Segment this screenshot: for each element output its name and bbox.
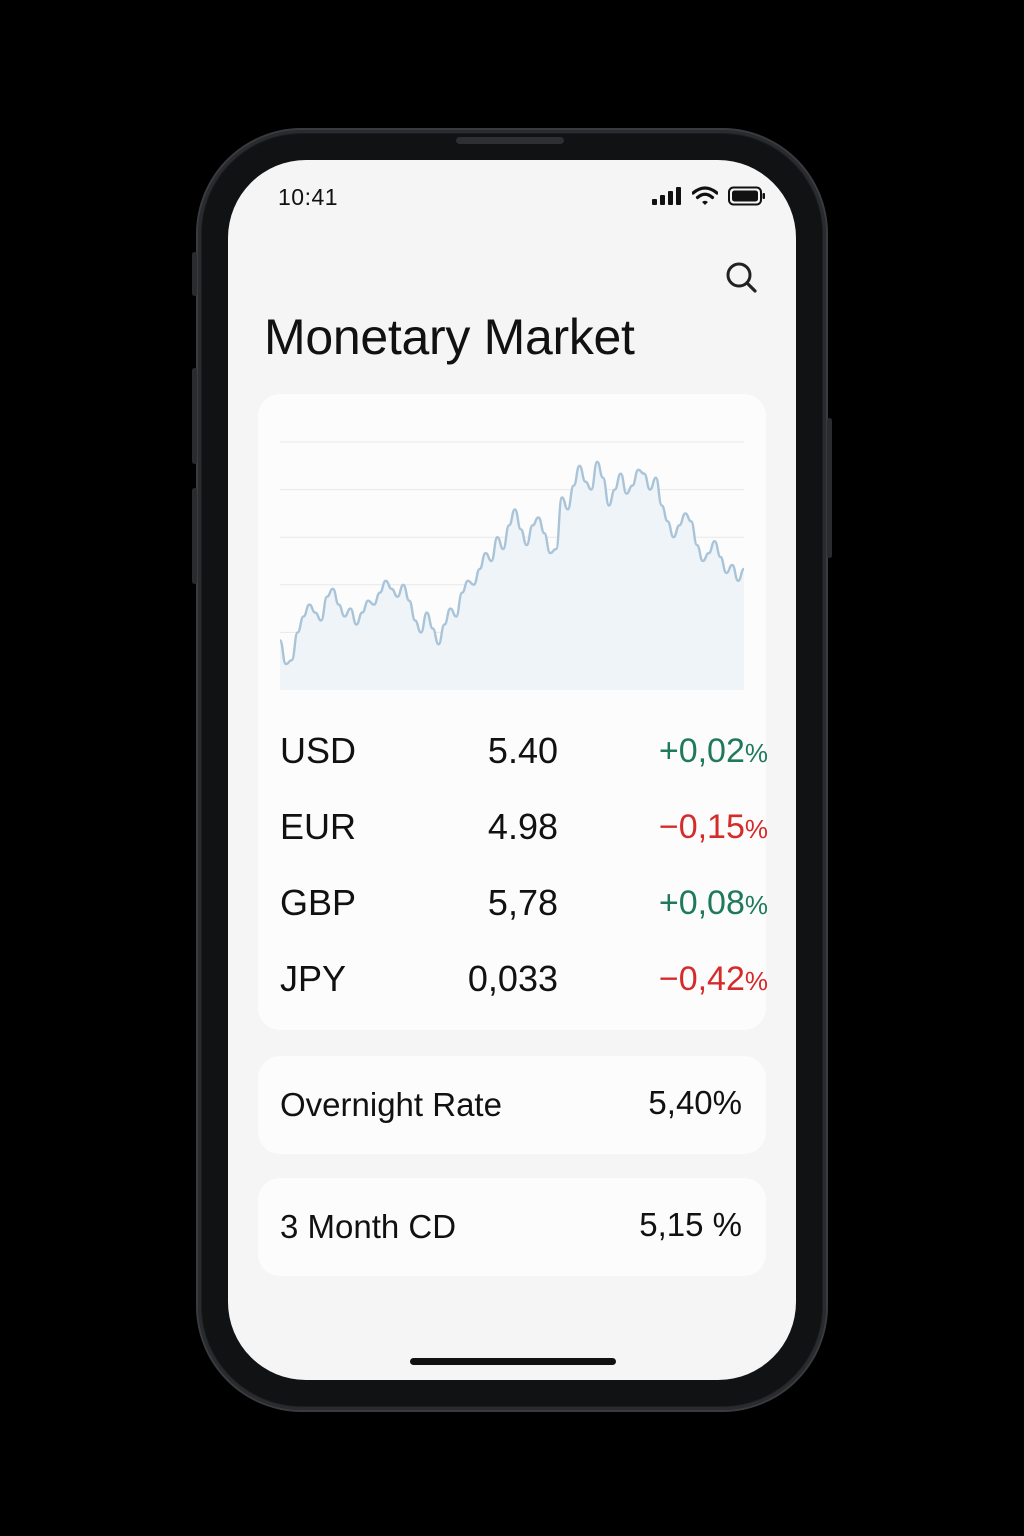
three-month-cd-label: 3 Month CD xyxy=(280,1208,457,1245)
home-indicator[interactable] xyxy=(410,1358,616,1365)
page-title: Monetary Market xyxy=(264,309,635,365)
currency-rate: 5,78 xyxy=(487,882,558,923)
app-screen: 10:41 Monetary Market USD 5.40 +0,02% EU… xyxy=(228,160,796,1380)
battery-icon xyxy=(728,186,765,206)
market-chart-card: USD 5.40 +0,02% EUR 4.98 −0,15% GBP 5,78 +0,08% J… xyxy=(258,394,768,1030)
currency-rate: 4.98 xyxy=(487,806,558,847)
volume-down-button xyxy=(192,488,197,584)
change-unit: % xyxy=(744,814,768,844)
status-time: 10:41 xyxy=(278,184,339,210)
search-button[interactable] xyxy=(724,260,760,296)
volume-up-button xyxy=(192,368,197,464)
rate-row-eur[interactable]: EUR 4.98 −0,15% xyxy=(280,796,768,872)
currency-code: EUR xyxy=(280,806,357,847)
change-value: 0,15 xyxy=(678,808,745,846)
three-month-cd-card[interactable]: 3 Month CD 5,15 % xyxy=(258,1178,766,1276)
change-sign: + xyxy=(658,732,679,770)
wifi-icon xyxy=(692,186,718,205)
currency-code: JPY xyxy=(280,958,347,999)
search-icon xyxy=(726,262,757,293)
power-button xyxy=(827,418,832,558)
overnight-rate-card[interactable]: Overnight Rate 5,40% xyxy=(258,1056,766,1154)
change-value: 0,02 xyxy=(678,732,745,770)
rate-row-gbp[interactable]: GBP 5,78 +0,08% xyxy=(280,872,768,948)
currency-code: GBP xyxy=(280,882,357,923)
silent-switch xyxy=(192,252,197,296)
rate-change: +0,08% xyxy=(659,884,768,923)
rate-change: −0,15% xyxy=(659,808,768,847)
currency-rate: 0,033 xyxy=(467,958,558,999)
currency-code: USD xyxy=(280,730,357,771)
change-value: 0,42 xyxy=(678,960,745,998)
rate-row-jpy[interactable]: JPY 0,033 −0,42% xyxy=(280,948,768,1024)
earpiece-speaker xyxy=(456,137,564,144)
change-sign: + xyxy=(658,884,679,922)
rate-change: +0,02% xyxy=(659,732,768,771)
status-icons xyxy=(652,186,766,206)
overnight-rate-label: Overnight Rate xyxy=(280,1086,502,1123)
change-value: 0,08 xyxy=(678,884,745,922)
change-sign: − xyxy=(658,960,679,998)
rate-change: −0,42% xyxy=(659,960,768,999)
chart-area-fill xyxy=(280,461,744,690)
currency-rate: 5.40 xyxy=(487,730,558,771)
change-unit: % xyxy=(744,890,768,920)
three-month-cd-value: 5,15 % xyxy=(639,1206,742,1243)
overnight-rate-value: 5,40% xyxy=(648,1084,742,1121)
cellular-signal-icon xyxy=(652,187,681,205)
rate-row-usd[interactable]: USD 5.40 +0,02% xyxy=(280,720,768,796)
change-sign: − xyxy=(658,808,679,846)
change-unit: % xyxy=(744,738,768,768)
currency-rates-list: USD 5.40 +0,02% EUR 4.98 −0,15% GBP 5,78 +0,08% J… xyxy=(280,720,768,1024)
change-unit: % xyxy=(744,966,768,996)
market-line-chart xyxy=(280,441,744,690)
